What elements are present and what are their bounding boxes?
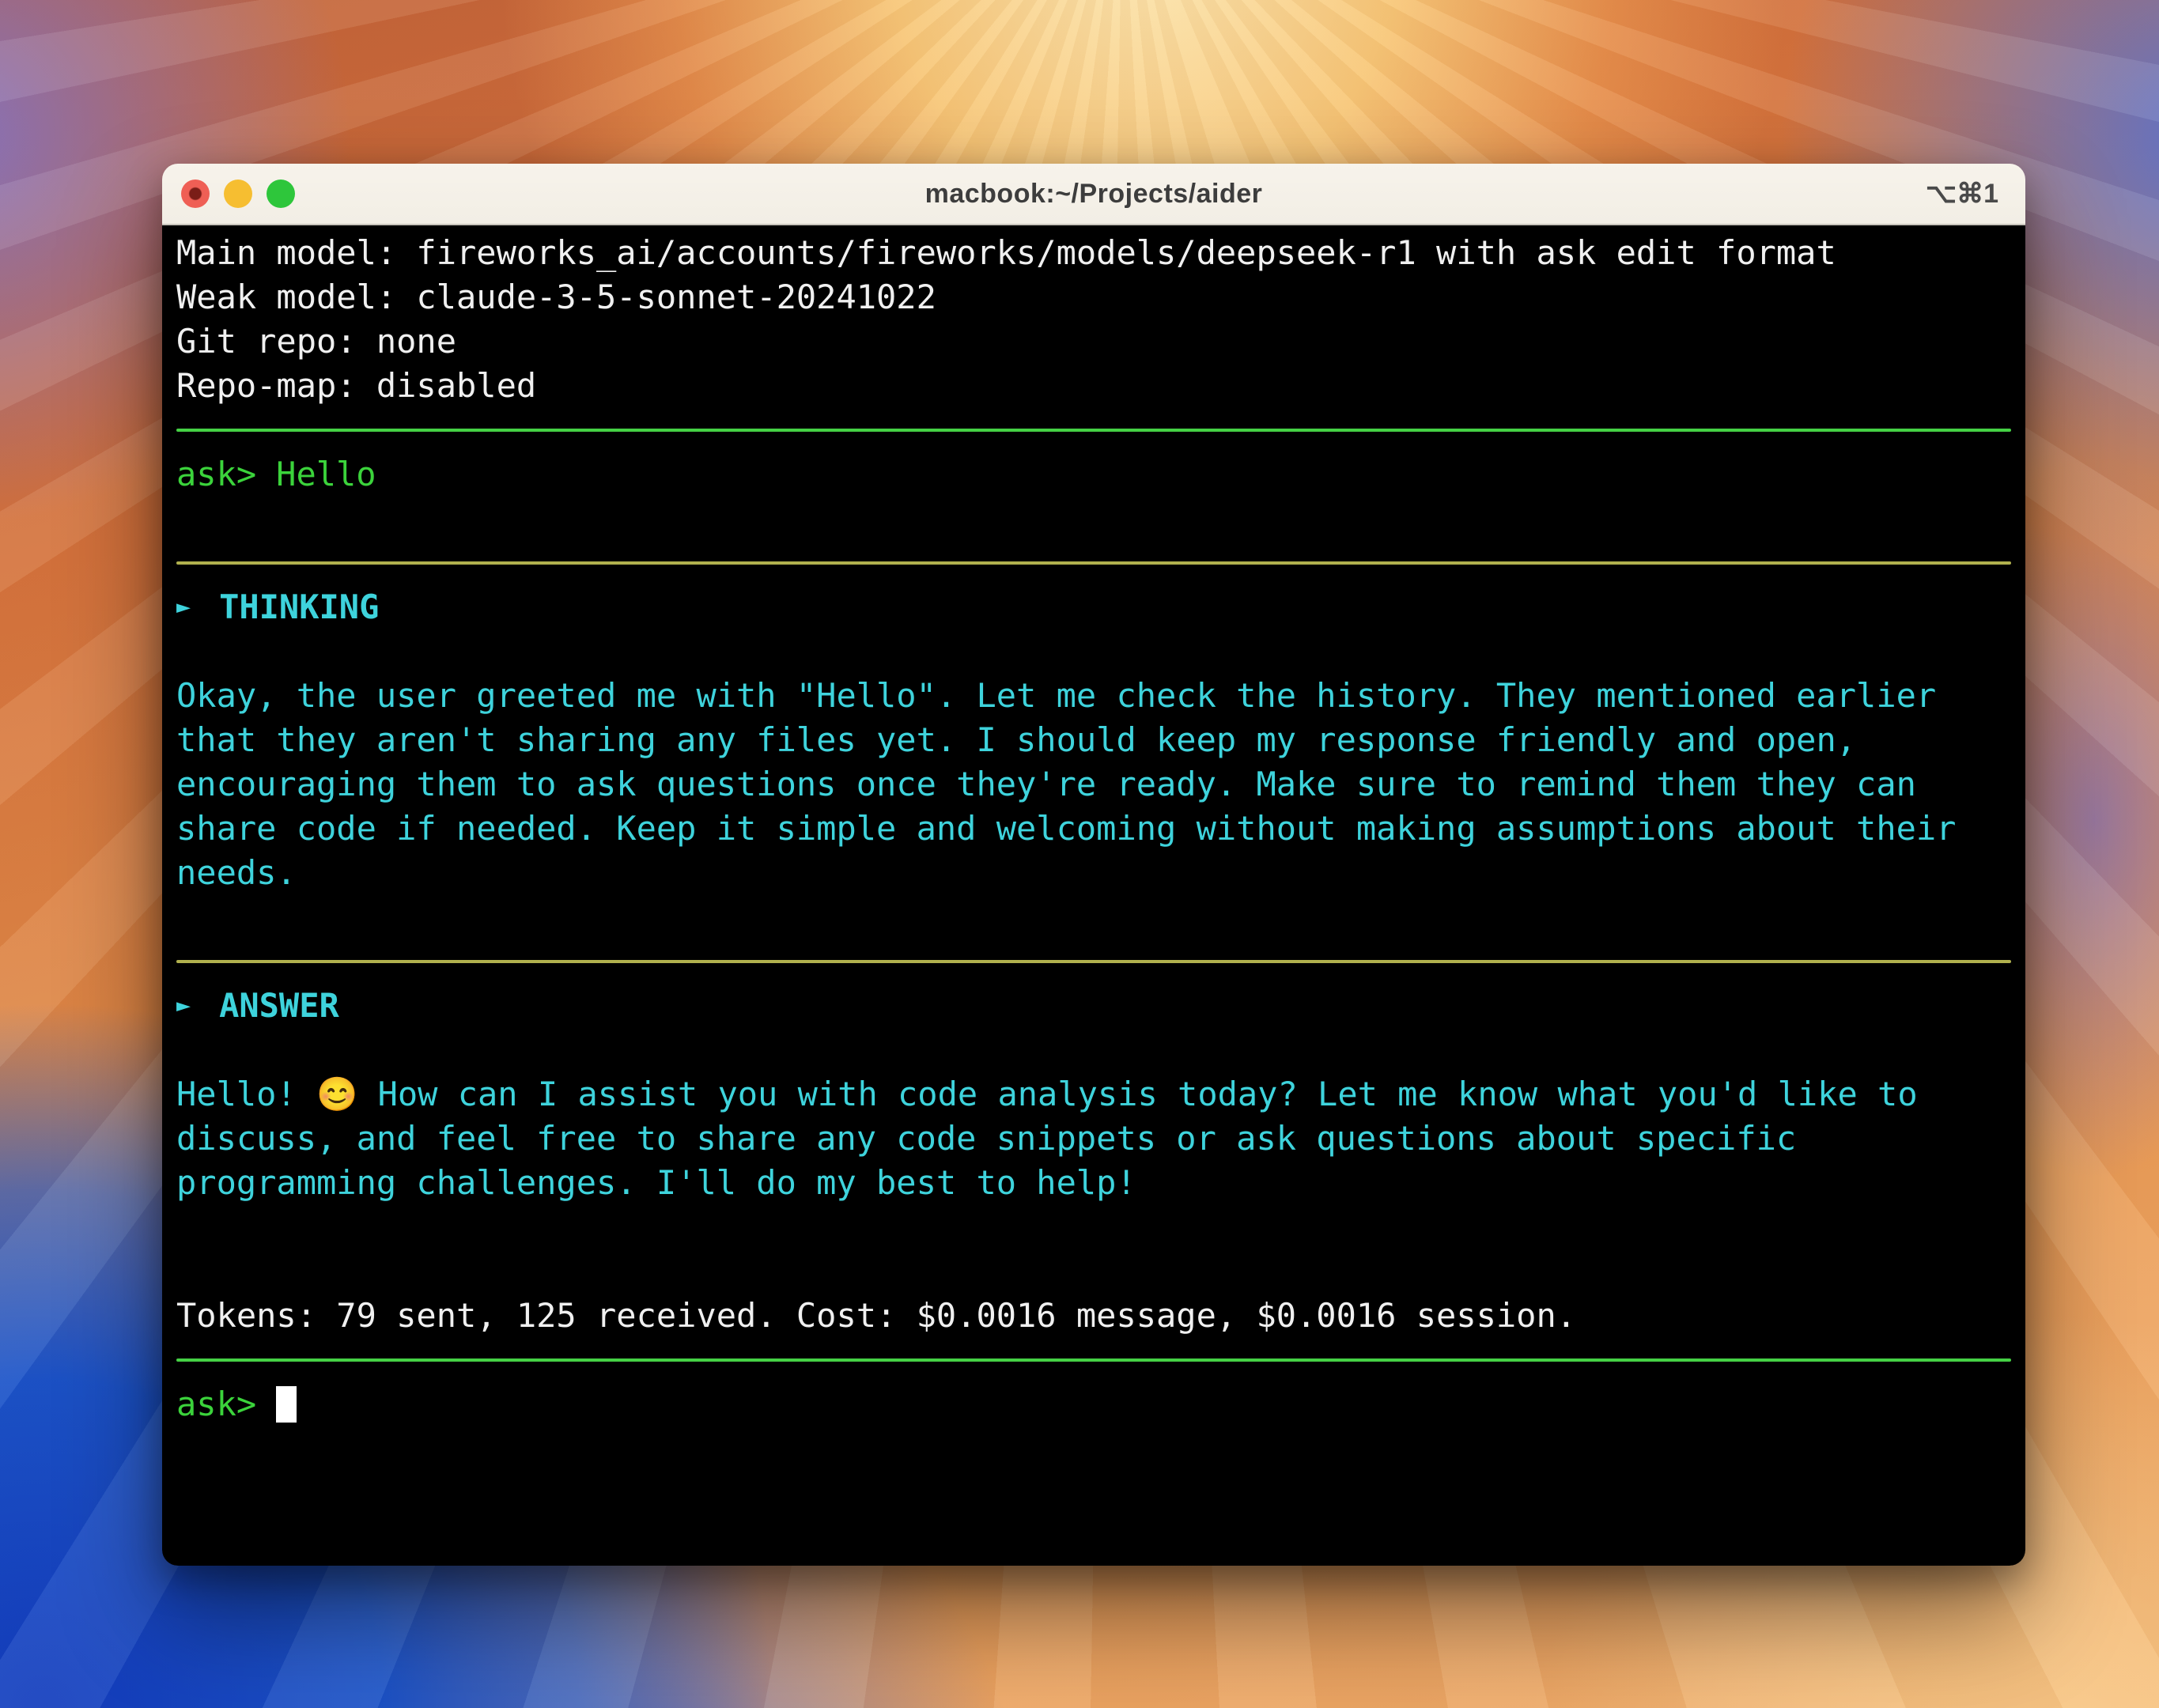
terminal-content[interactable]: Main model: fireworks_ai/accounts/firewo… xyxy=(162,225,2025,1566)
answer-header-label: ANSWER xyxy=(219,986,339,1025)
yellow-rule xyxy=(176,561,2011,565)
startup-line-git-repo: Git repo: none xyxy=(176,322,457,361)
green-rule xyxy=(176,1358,2011,1362)
startup-line-repo-map: Repo-map: disabled xyxy=(176,366,537,405)
separator-row xyxy=(176,541,2011,585)
triangle-marker-icon: ► xyxy=(176,593,191,621)
startup-line-weak-model: Weak model: claude-3-5-sonnet-20241022 xyxy=(176,278,936,316)
prompt-user-input: Hello xyxy=(276,455,376,493)
separator-row xyxy=(176,939,2011,984)
startup-line-main-model: Main model: fireworks_ai/accounts/firewo… xyxy=(176,233,1836,272)
thinking-header: ► THINKING xyxy=(176,585,2011,629)
green-rule xyxy=(176,429,2011,432)
window-shortcut-badge: ⌥⌘1 xyxy=(1925,179,1998,209)
text-cursor xyxy=(276,1386,297,1423)
thinking-header-label: THINKING xyxy=(219,588,380,626)
prompt-row-active[interactable]: ask> xyxy=(176,1382,2011,1426)
separator-row xyxy=(176,408,2011,452)
yellow-rule xyxy=(176,960,2011,963)
window-titlebar[interactable]: macbook:~/Projects/aider ⌥⌘1 xyxy=(162,164,2025,225)
answer-header: ► ANSWER xyxy=(176,984,2011,1028)
prompt-row-history: ask> Hello xyxy=(176,452,2011,497)
prompt-label: ask> xyxy=(176,455,257,493)
triangle-marker-icon: ► xyxy=(176,992,191,1019)
answer-body: Hello! 😊 How can I assist you with code … xyxy=(176,1075,1918,1202)
prompt-label: ask> xyxy=(176,1385,257,1423)
separator-row xyxy=(176,1338,2011,1382)
window-title: macbook:~/Projects/aider xyxy=(924,178,1263,209)
terminal-window[interactable]: macbook:~/Projects/aider ⌥⌘1 Main model:… xyxy=(162,164,2025,1566)
token-stats-line: Tokens: 79 sent, 125 received. Cost: $0.… xyxy=(176,1296,1577,1335)
thinking-body: Okay, the user greeted me with "Hello". … xyxy=(176,676,1957,892)
